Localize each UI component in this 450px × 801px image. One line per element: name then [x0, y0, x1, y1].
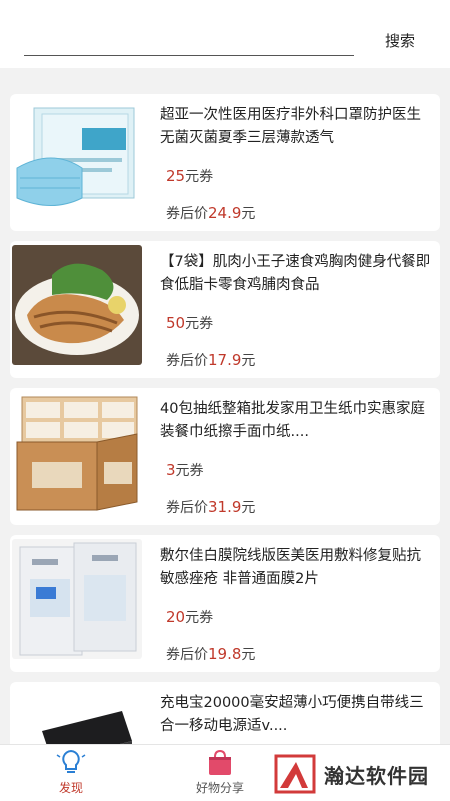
coupon-unit: 元券: [185, 610, 214, 626]
product-image-masks: [12, 98, 142, 218]
price-value: 24.9: [208, 204, 242, 222]
product-image-chicken: [12, 245, 142, 365]
tab-discover-label: 发现: [58, 781, 83, 795]
after-coupon-price: 券后价31.9元: [166, 497, 255, 517]
coupon-unit: 元券: [185, 169, 214, 185]
product-title[interactable]: 【7袋】肌肉小王子速食鸡胸肉健身代餐即食低脂卡零食鸡脯肉食品: [160, 251, 435, 297]
price-unit: 元: [241, 500, 256, 516]
after-label: 券后价: [166, 206, 208, 222]
watermark: 瀚达软件园: [270, 750, 450, 798]
product-card[interactable]: 敷尔佳白膜院线版医美医用敷料修复贴抗敏感痤疮 非普通面膜2片 20元券 券后价1…: [10, 535, 440, 672]
coupon-label: 3元券: [166, 460, 204, 480]
product-card[interactable]: 充电宝20000毫安超薄小巧便携自带线三合一移动电源适v....: [10, 682, 440, 744]
product-title[interactable]: 敷尔佳白膜院线版医美医用敷料修复贴抗敏感痤疮 非普通面膜2片: [160, 545, 435, 591]
product-title[interactable]: 充电宝20000毫安超薄小巧便携自带线三合一移动电源适v....: [160, 692, 435, 738]
coupon-label: 25元券: [166, 166, 213, 186]
logo-icon: [274, 754, 316, 794]
after-coupon-price: 券后价19.8元: [166, 644, 255, 664]
shopping-bag-icon: [209, 749, 231, 775]
coupon-label: 50元券: [166, 313, 213, 333]
watermark-text: 瀚达软件园: [324, 764, 429, 788]
coupon-unit: 元券: [185, 316, 214, 332]
product-title[interactable]: 40包抽纸整箱批发家用卫生纸巾实惠家庭装餐巾纸擦手面巾纸....: [160, 398, 435, 444]
after-coupon-price: 券后价24.9元: [166, 203, 255, 223]
coupon-value: 25: [166, 167, 186, 185]
price-unit: 元: [241, 647, 256, 663]
search-input[interactable]: [24, 55, 354, 56]
coupon-unit: 元券: [175, 463, 204, 479]
top-bar: 搜索: [0, 0, 450, 68]
price-value: 31.9: [208, 498, 242, 516]
price-value: 17.9: [208, 351, 242, 369]
tab-discover[interactable]: 发现: [26, 749, 116, 796]
coupon-value: 50: [166, 314, 186, 332]
product-card[interactable]: 【7袋】肌肉小王子速食鸡胸肉健身代餐即食低脂卡零食鸡脯肉食品 50元券 券后价1…: [10, 241, 440, 378]
product-title[interactable]: 超亚一次性医用医疗非外科口罩防护医生无菌灭菌夏季三层薄款透气: [160, 104, 435, 150]
coupon-label: 20元券: [166, 607, 213, 627]
product-image-power-bank: [12, 686, 142, 744]
after-coupon-price: 券后价17.9元: [166, 350, 255, 370]
price-unit: 元: [241, 206, 256, 222]
bulb-icon: [56, 749, 86, 773]
after-label: 券后价: [166, 353, 208, 369]
tab-goods-share[interactable]: 好物分享: [175, 749, 265, 796]
coupon-value: 3: [166, 461, 176, 479]
coupon-value: 20: [166, 608, 186, 626]
product-feed[interactable]: 超亚一次性医用医疗非外科口罩防护医生无菌灭菌夏季三层薄款透气 25元券 券后价2…: [0, 68, 450, 744]
tab-goods-share-label: 好物分享: [195, 781, 244, 795]
after-label: 券后价: [166, 500, 208, 516]
product-card[interactable]: 超亚一次性医用医疗非外科口罩防护医生无菌灭菌夏季三层薄款透气 25元券 券后价2…: [10, 94, 440, 231]
after-label: 券后价: [166, 647, 208, 663]
product-card[interactable]: 40包抽纸整箱批发家用卫生纸巾实惠家庭装餐巾纸擦手面巾纸.... 3元券 券后价…: [10, 388, 440, 525]
product-image-tissues: [12, 392, 142, 512]
price-value: 19.8: [208, 645, 242, 663]
feed-spacer: [0, 68, 450, 94]
price-unit: 元: [241, 353, 256, 369]
search-button[interactable]: 搜索: [385, 30, 415, 51]
product-image-face-masks: [12, 539, 142, 659]
